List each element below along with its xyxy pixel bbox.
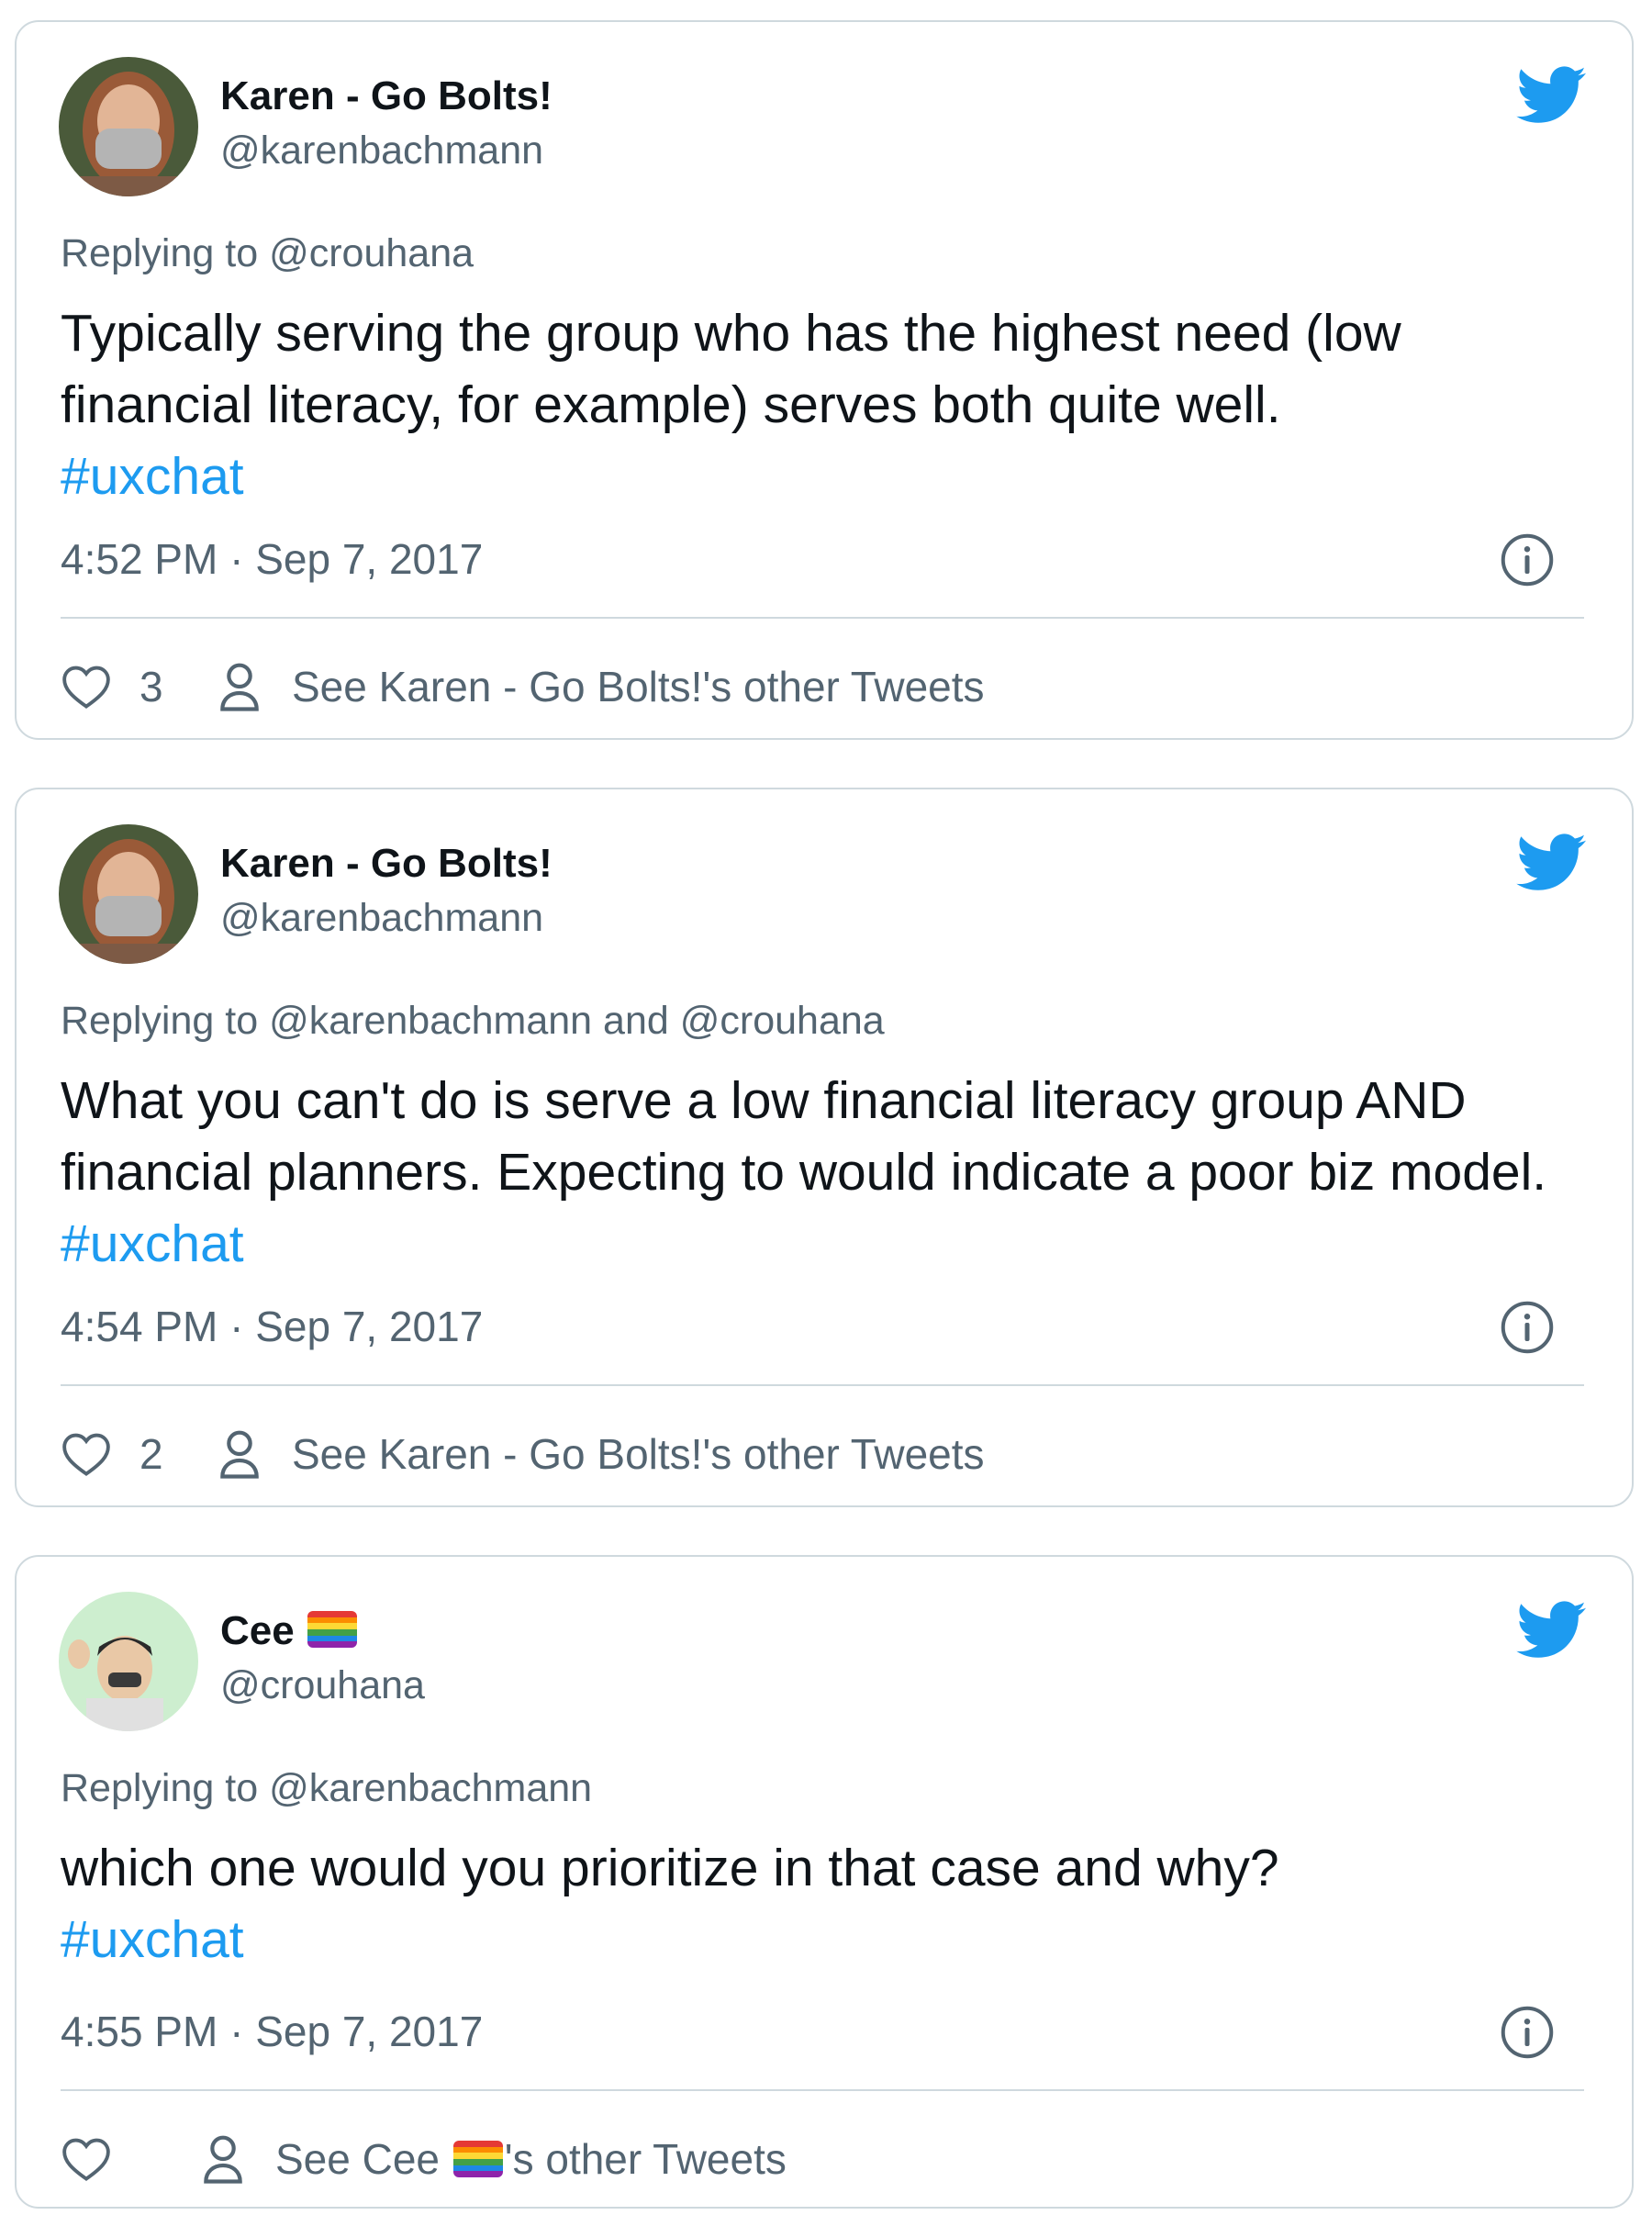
divider [61,617,1584,619]
see-other-tweets-label[interactable]: See Cee 's other Tweets [275,2134,787,2184]
replying-to: Replying to @karenbachmann and @crouhana [61,999,885,1044]
mention-link[interactable]: @karenbachmann [269,1766,592,1810]
author-name[interactable]: Karen - Go Bolts! [220,841,553,887]
hashtag-link[interactable]: #uxchat [61,1214,244,1273]
mention-link[interactable]: @crouhana [269,231,474,275]
person-icon [204,2135,242,2184]
author-name[interactable]: Karen - Go Bolts! [220,73,553,119]
see-other-tweets-link[interactable]: See Karen - Go Bolts!'s other Tweets [217,1428,985,1480]
tweet-timestamp[interactable]: 4:55 PM · Sep 7, 2017 [61,2007,483,2056]
heart-icon[interactable] [61,1431,112,1477]
like-count[interactable]: 2 [140,1429,163,1479]
info-icon[interactable] [1500,1300,1555,1355]
tweet-actions: 3 See Karen - Go Bolts!'s other Tweets [61,659,985,714]
avatar[interactable] [59,57,198,196]
heart-icon[interactable] [61,2136,112,2182]
author-name[interactable]: Cee [220,1608,359,1654]
see-other-tweets-link[interactable]: See Cee 's other Tweets [200,2133,787,2185]
see-other-tweets-link[interactable]: See Karen - Go Bolts!'s other Tweets [217,661,985,712]
divider [61,1384,1584,1386]
replying-label: Replying to [61,1766,270,1810]
twitter-bird-icon[interactable] [1516,66,1588,125]
twitter-bird-icon[interactable] [1516,833,1588,892]
author-name-text: Cee [220,1608,295,1653]
person-icon [220,1430,259,1479]
tweet-body: What you can't do is serve a low financi… [61,1071,1547,1202]
tweet-card[interactable]: Karen - Go Bolts! @karenbachmann Replyin… [15,788,1634,1507]
tweet-text: Typically serving the group who has the … [61,297,1602,512]
tweet-actions: See Cee 's other Tweets [61,2131,787,2187]
rainbow-flag-emoji [452,2141,503,2177]
tweet-text: which one would you prioritize in that c… [61,1832,1602,1975]
info-icon[interactable] [1500,2005,1555,2060]
replying-label: Replying to [61,999,270,1043]
tweet-card[interactable]: Cee @crouhana Replying to @karenbachmann… [15,1555,1634,2209]
tweet-card[interactable]: Karen - Go Bolts! @karenbachmann Replyin… [15,20,1634,740]
rainbow-flag-emoji [307,1611,357,1648]
see-other-tweets-label[interactable]: See Karen - Go Bolts!'s other Tweets [292,1429,985,1479]
divider [61,2089,1584,2091]
like-count[interactable]: 3 [140,662,163,711]
twitter-bird-icon[interactable] [1516,1601,1588,1660]
replying-to: Replying to @karenbachmann [61,1766,592,1811]
info-icon[interactable] [1500,532,1555,587]
hashtag-link[interactable]: #uxchat [61,1910,244,1969]
author-handle[interactable]: @karenbachmann [220,896,543,941]
avatar[interactable] [59,824,198,964]
replying-to: Replying to @crouhana [61,231,474,276]
tweet-timestamp[interactable]: 4:54 PM · Sep 7, 2017 [61,1302,483,1351]
author-handle[interactable]: @crouhana [220,1663,425,1708]
see-other-suffix: 's other Tweets [504,2135,787,2183]
replying-label: Replying to [61,231,270,275]
tweet-text: What you can't do is serve a low financi… [61,1065,1602,1280]
person-icon [220,663,259,711]
avatar[interactable] [59,1592,198,1731]
tweet-timestamp[interactable]: 4:52 PM · Sep 7, 2017 [61,534,483,584]
see-other-prefix: See Cee [275,2135,441,2183]
tweet-actions: 2 See Karen - Go Bolts!'s other Tweets [61,1426,985,1482]
hashtag-link[interactable]: #uxchat [61,447,244,506]
author-handle[interactable]: @karenbachmann [220,129,543,173]
tweet-body: which one would you prioritize in that c… [61,1839,1279,1897]
see-other-tweets-label[interactable]: See Karen - Go Bolts!'s other Tweets [292,662,985,711]
mention-link[interactable]: @karenbachmann and @crouhana [269,999,885,1043]
tweet-body: Typically serving the group who has the … [61,304,1401,434]
heart-icon[interactable] [61,664,112,710]
